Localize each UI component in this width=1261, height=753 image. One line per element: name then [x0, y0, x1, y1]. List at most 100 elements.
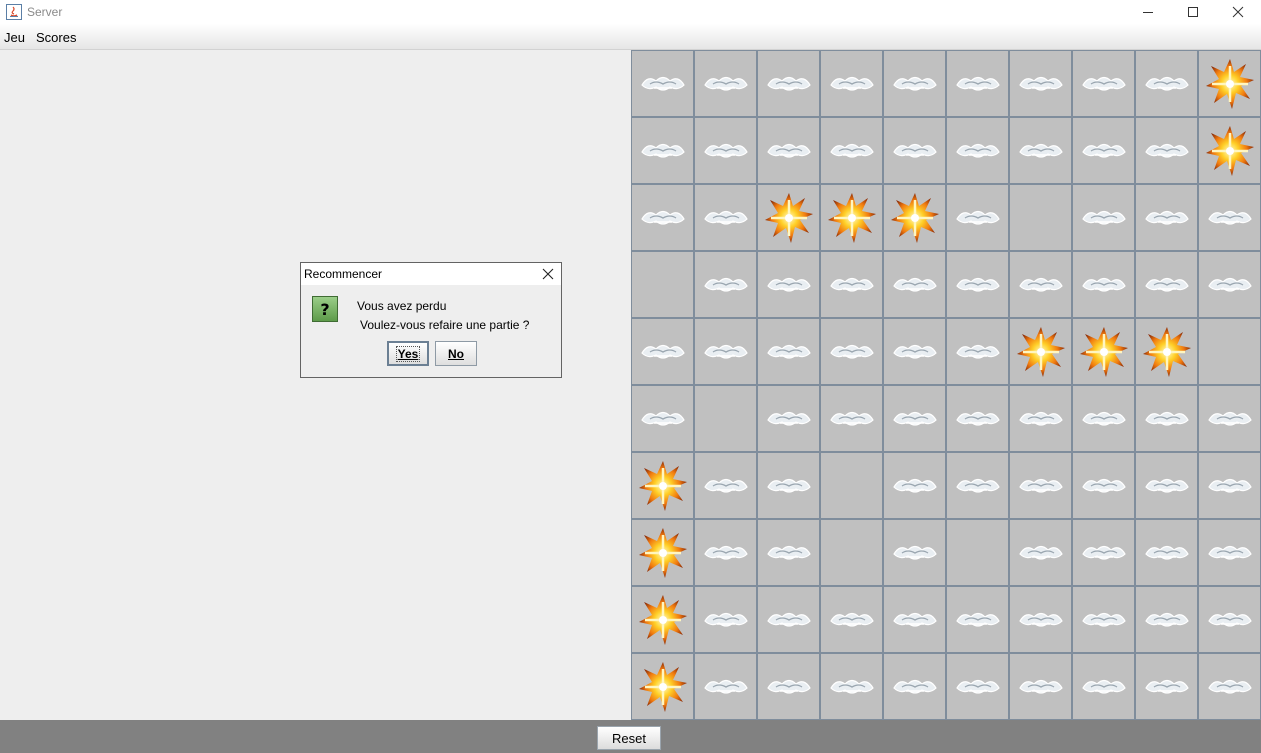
board-cell-explosion[interactable]	[1198, 117, 1261, 184]
maximize-button[interactable]	[1170, 0, 1216, 24]
menu-jeu[interactable]: Jeu	[4, 30, 25, 45]
board-cell-empty[interactable]	[694, 385, 757, 452]
board-cell-cloud[interactable]	[1072, 653, 1135, 720]
board-cell-cloud[interactable]	[757, 452, 820, 519]
board-cell-cloud[interactable]	[1135, 117, 1198, 184]
board-cell-cloud[interactable]	[1009, 117, 1072, 184]
board-cell-cloud[interactable]	[1198, 251, 1261, 318]
board-cell-cloud[interactable]	[757, 318, 820, 385]
board-cell-cloud[interactable]	[1072, 452, 1135, 519]
board-cell-cloud[interactable]	[1009, 385, 1072, 452]
board-cell-explosion[interactable]	[757, 184, 820, 251]
board-cell-explosion[interactable]	[820, 184, 883, 251]
board-cell-cloud[interactable]	[946, 184, 1009, 251]
board-cell-cloud[interactable]	[1135, 653, 1198, 720]
board-cell-explosion[interactable]	[883, 184, 946, 251]
board-cell-cloud[interactable]	[883, 452, 946, 519]
no-button[interactable]: No	[435, 341, 477, 366]
board-cell-cloud[interactable]	[1135, 385, 1198, 452]
board-cell-explosion[interactable]	[631, 452, 694, 519]
board-cell-cloud[interactable]	[883, 519, 946, 586]
board-cell-cloud[interactable]	[1198, 653, 1261, 720]
board-cell-cloud[interactable]	[757, 50, 820, 117]
board-cell-cloud[interactable]	[1135, 452, 1198, 519]
board-cell-explosion[interactable]	[1009, 318, 1072, 385]
board-cell-cloud[interactable]	[1198, 519, 1261, 586]
board-cell-cloud[interactable]	[883, 318, 946, 385]
board-cell-cloud[interactable]	[946, 50, 1009, 117]
board-cell-cloud[interactable]	[757, 653, 820, 720]
board-cell-cloud[interactable]	[757, 519, 820, 586]
board-cell-cloud[interactable]	[820, 50, 883, 117]
board-cell-cloud[interactable]	[1009, 586, 1072, 653]
board-cell-empty[interactable]	[631, 251, 694, 318]
board-cell-cloud[interactable]	[757, 385, 820, 452]
board-cell-explosion[interactable]	[1072, 318, 1135, 385]
board-cell-cloud[interactable]	[694, 452, 757, 519]
board-cell-cloud[interactable]	[946, 586, 1009, 653]
board-cell-cloud[interactable]	[631, 117, 694, 184]
board-cell-cloud[interactable]	[757, 251, 820, 318]
board-cell-cloud[interactable]	[1072, 586, 1135, 653]
board-cell-cloud[interactable]	[1198, 586, 1261, 653]
board-cell-cloud[interactable]	[631, 184, 694, 251]
board-cell-empty[interactable]	[820, 452, 883, 519]
board-cell-cloud[interactable]	[1009, 50, 1072, 117]
board-cell-cloud[interactable]	[946, 318, 1009, 385]
board-cell-explosion[interactable]	[631, 519, 694, 586]
board-cell-cloud[interactable]	[883, 586, 946, 653]
board-cell-cloud[interactable]	[1135, 50, 1198, 117]
board-cell-cloud[interactable]	[820, 117, 883, 184]
board-cell-cloud[interactable]	[946, 385, 1009, 452]
board-cell-cloud[interactable]	[946, 653, 1009, 720]
board-cell-cloud[interactable]	[1198, 385, 1261, 452]
board-cell-cloud[interactable]	[946, 251, 1009, 318]
board-cell-cloud[interactable]	[757, 586, 820, 653]
close-window-button[interactable]	[1215, 0, 1261, 24]
board-cell-cloud[interactable]	[820, 653, 883, 720]
board-cell-cloud[interactable]	[1072, 251, 1135, 318]
reset-button[interactable]: Reset	[597, 726, 661, 750]
board-cell-cloud[interactable]	[631, 318, 694, 385]
board-cell-cloud[interactable]	[1072, 50, 1135, 117]
board-cell-cloud[interactable]	[1072, 117, 1135, 184]
board-cell-cloud[interactable]	[694, 653, 757, 720]
board-cell-explosion[interactable]	[631, 653, 694, 720]
board-cell-cloud[interactable]	[694, 117, 757, 184]
board-cell-cloud[interactable]	[631, 385, 694, 452]
close-icon[interactable]	[541, 267, 555, 281]
board-cell-cloud[interactable]	[694, 519, 757, 586]
board-cell-cloud[interactable]	[694, 251, 757, 318]
minimize-button[interactable]	[1125, 0, 1171, 24]
board-cell-cloud[interactable]	[1135, 251, 1198, 318]
board-cell-cloud[interactable]	[757, 117, 820, 184]
board-cell-cloud[interactable]	[631, 50, 694, 117]
board-cell-cloud[interactable]	[1198, 452, 1261, 519]
board-cell-cloud[interactable]	[694, 50, 757, 117]
board-cell-cloud[interactable]	[1135, 586, 1198, 653]
board-cell-explosion[interactable]	[1198, 50, 1261, 117]
board-cell-cloud[interactable]	[1072, 385, 1135, 452]
board-cell-empty[interactable]	[1009, 184, 1072, 251]
board-cell-cloud[interactable]	[1135, 184, 1198, 251]
board-cell-cloud[interactable]	[820, 385, 883, 452]
board-cell-cloud[interactable]	[820, 318, 883, 385]
board-cell-cloud[interactable]	[1198, 184, 1261, 251]
board-cell-cloud[interactable]	[883, 653, 946, 720]
board-cell-cloud[interactable]	[883, 117, 946, 184]
board-cell-cloud[interactable]	[694, 318, 757, 385]
board-cell-cloud[interactable]	[946, 452, 1009, 519]
board-cell-cloud[interactable]	[883, 251, 946, 318]
board-cell-cloud[interactable]	[946, 117, 1009, 184]
board-cell-explosion[interactable]	[1135, 318, 1198, 385]
board-cell-cloud[interactable]	[883, 385, 946, 452]
board-cell-cloud[interactable]	[1135, 519, 1198, 586]
board-cell-cloud[interactable]	[1009, 653, 1072, 720]
board-cell-cloud[interactable]	[820, 251, 883, 318]
board-cell-cloud[interactable]	[694, 184, 757, 251]
board-cell-cloud[interactable]	[820, 586, 883, 653]
board-cell-cloud[interactable]	[1072, 184, 1135, 251]
board-cell-empty[interactable]	[1198, 318, 1261, 385]
board-cell-cloud[interactable]	[883, 50, 946, 117]
board-cell-explosion[interactable]	[631, 586, 694, 653]
